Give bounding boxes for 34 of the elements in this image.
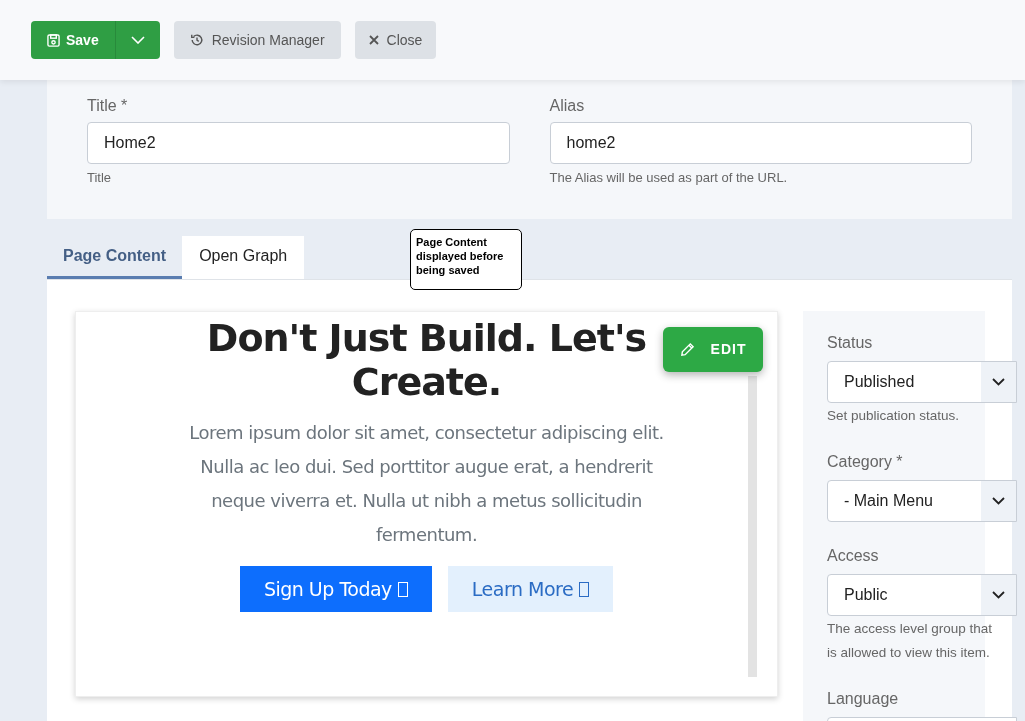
pencil-icon [679,342,695,357]
revision-manager-button[interactable]: Revision Manager [173,21,341,59]
chevron-down-icon [130,36,145,44]
preview-heading: Don't Just Build. Let's Create. [205,316,648,404]
history-icon [189,33,204,47]
field-hint: Set publication status. [827,407,961,425]
missing-glyph-icon [579,581,590,597]
missing-glyph-icon [397,581,408,597]
chevron-down-icon [992,378,1005,386]
text-field[interactable]: Home2 [87,122,510,164]
preview-paragraph: Lorem ipsum dolor sit amet, consectetur adipiscing elit. Nulla ac leo dui. Sed porttitor augue erat, a hendrerit neque viverra et. Nulla ut nibh a metus sollicitudin fermentum. [188,421,665,547]
close-button[interactable]: Close [354,21,437,59]
chevron-down-icon [992,591,1005,599]
field-label: Alias [549,96,586,114]
scrollbar[interactable] [748,376,757,677]
field-label: Language [827,689,900,709]
chevron-down-icon [992,497,1005,505]
select-field[interactable]: Published [827,361,1017,403]
close-icon [368,35,379,45]
note-box: Page Content displayed before being saved [410,229,522,290]
text-field[interactable]: home2 [549,122,972,164]
select-field[interactable]: - Main Menu [827,480,1017,522]
edit-button[interactable]: EDIT [663,327,763,372]
tab[interactable]: Open Graph [182,236,305,279]
field-label: Access [827,546,880,566]
select-field[interactable]: Public [827,574,1017,616]
link-button[interactable]: Sign Up Today [239,566,432,612]
field-hint: The Alias will be used as part of the URL. [549,169,789,187]
field-label: Status [827,333,874,353]
link-button[interactable]: Learn More [447,566,614,612]
field-label: Title * [87,96,129,114]
field-hint: Title [87,169,113,187]
field-label: Category * [827,452,904,472]
field-hint: The access level group that is allowed to view this item. [827,620,994,662]
